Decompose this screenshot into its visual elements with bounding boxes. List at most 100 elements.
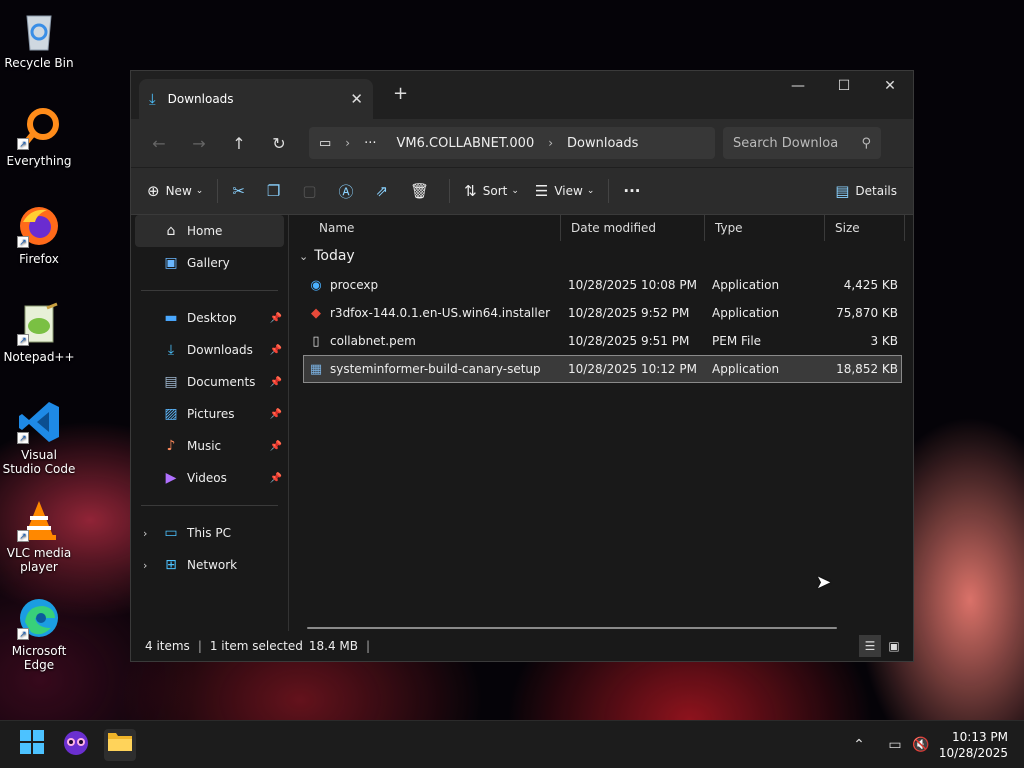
sort-label: Sort bbox=[482, 184, 508, 198]
taskbar-app-button[interactable] bbox=[60, 729, 92, 761]
search-input[interactable]: Search Downloa bbox=[733, 136, 861, 151]
pin-icon: 📌 bbox=[269, 376, 282, 388]
rename-icon: Ⓐ bbox=[338, 182, 354, 201]
breadcrumb-downloads[interactable]: Downloads bbox=[567, 136, 638, 151]
details-label: Details bbox=[855, 184, 897, 198]
search-icon: ⚲ bbox=[861, 135, 871, 151]
group-header-today[interactable]: ⌄ Today bbox=[289, 241, 913, 271]
windows-logo-icon bbox=[20, 730, 44, 754]
list-view-icon: ☰ bbox=[534, 182, 549, 200]
file-date: 10/28/2025 9:51 PM bbox=[568, 334, 690, 348]
sidebar-item-pictures[interactable]: ▨ Pictures 📌 bbox=[131, 398, 288, 430]
minimize-button[interactable]: — bbox=[775, 71, 821, 101]
toolbar-separator bbox=[608, 179, 610, 203]
column-header-type[interactable]: Type bbox=[705, 215, 825, 241]
table-row[interactable]: ◆ r3dfox-144.0.1.en-US.win64.installer 10… bbox=[303, 299, 902, 327]
sidebar-item-downloads[interactable]: ⤓ Downloads 📌 bbox=[131, 334, 288, 366]
tab-downloads[interactable]: ⤓ Downloads ✕ bbox=[139, 79, 373, 119]
volume-muted-icon[interactable]: 🔇 bbox=[908, 737, 934, 753]
pin-icon: 📌 bbox=[269, 472, 282, 484]
new-tab-button[interactable]: + bbox=[393, 83, 408, 104]
desktop-icon-notepadpp[interactable]: ↗ Notepad++ bbox=[2, 302, 76, 364]
file-size: 75,870 KB bbox=[836, 306, 898, 320]
paste-button[interactable]: ▢ bbox=[294, 175, 330, 207]
close-button[interactable]: ✕ bbox=[867, 71, 913, 101]
sidebar-item-label: Network bbox=[187, 558, 238, 572]
sidebar-item-documents[interactable]: ▤ Documents 📌 bbox=[131, 366, 288, 398]
sort-button[interactable]: ⇅ Sort ⌄ bbox=[456, 175, 527, 207]
breadcrumb-computer[interactable]: VM6.COLLABNET.000 bbox=[397, 136, 535, 151]
search-box[interactable]: Search Downloa ⚲ bbox=[723, 127, 881, 159]
file-type: Application bbox=[712, 362, 780, 376]
sidebar-item-desktop[interactable]: ▬ Desktop 📌 bbox=[131, 302, 288, 334]
back-button[interactable]: ← bbox=[139, 134, 179, 153]
clock[interactable]: 10:13 PM 10/28/2025 bbox=[934, 729, 1024, 761]
sidebar-item-gallery[interactable]: ▣ Gallery bbox=[131, 247, 288, 279]
installer-icon: ▦ bbox=[309, 361, 323, 377]
chevron-right-icon: › bbox=[345, 136, 351, 150]
address-bar[interactable]: ▭ › ··· VM6.COLLABNET.000 › Downloads bbox=[309, 127, 715, 159]
tab-title: Downloads bbox=[167, 92, 234, 106]
sidebar-item-music[interactable]: ♪ Music 📌 bbox=[131, 430, 288, 462]
details-pane-icon: ▤ bbox=[835, 182, 850, 200]
close-tab-icon[interactable]: ✕ bbox=[350, 90, 363, 108]
sidebar-item-videos[interactable]: ▶ Videos 📌 bbox=[131, 462, 288, 494]
breadcrumb-more[interactable]: ··· bbox=[364, 136, 376, 151]
view-label: View bbox=[554, 184, 583, 198]
desktop-icon-recycle-bin[interactable]: Recycle Bin bbox=[2, 8, 76, 70]
see-more-button[interactable]: ··· bbox=[615, 175, 648, 207]
everything-search-icon: ↗ bbox=[17, 106, 61, 150]
desktop-icon-vscode[interactable]: ↗ Visual Studio Code bbox=[2, 400, 76, 476]
sidebar-divider bbox=[141, 290, 278, 291]
sidebar-item-network[interactable]: › ⊞ Network bbox=[131, 549, 288, 581]
taskbar-file-explorer-button[interactable] bbox=[104, 729, 136, 761]
view-button[interactable]: ☰ View ⌄ bbox=[527, 175, 602, 207]
column-header-size[interactable]: Size bbox=[825, 215, 905, 241]
table-row[interactable]: ▯ collabnet.pem 10/28/2025 9:51 PM PEM Fi… bbox=[303, 327, 902, 355]
navigation-bar: ← → ↑ ↻ ▭ › ··· VM6.COLLABNET.000 › Down… bbox=[131, 119, 913, 167]
file-date: 10/28/2025 10:08 PM bbox=[568, 278, 697, 292]
chevron-right-icon[interactable]: › bbox=[143, 559, 147, 572]
forward-button[interactable]: → bbox=[179, 134, 219, 153]
desktop-icon-everything[interactable]: ↗ Everything bbox=[2, 106, 76, 168]
desktop-icon-vlc[interactable]: ↗ VLC media player bbox=[2, 498, 76, 574]
sidebar-item-home[interactable]: ⌂ Home bbox=[135, 215, 284, 247]
toolbar-separator bbox=[217, 179, 219, 203]
network-icon: ⊞ bbox=[165, 557, 177, 573]
desktop-icon-edge[interactable]: ↗ Microsoft Edge bbox=[2, 596, 76, 672]
chevron-down-icon: ⌄ bbox=[586, 186, 595, 196]
table-row[interactable]: ◉ procexp 10/28/2025 10:08 PM Application… bbox=[303, 271, 902, 299]
desktop-icon-firefox[interactable]: ↗ Firefox bbox=[2, 204, 76, 266]
desktop-icon-label: Microsoft Edge bbox=[11, 644, 67, 672]
file-name: collabnet.pem bbox=[330, 334, 416, 348]
column-header-date[interactable]: Date modified bbox=[561, 215, 705, 241]
table-row-selected[interactable]: ▦ systeminformer-build-canary-setup 10/28… bbox=[303, 355, 902, 383]
pictures-icon: ▨ bbox=[164, 406, 178, 422]
new-label: New bbox=[165, 184, 192, 198]
chevron-right-icon[interactable]: › bbox=[143, 527, 147, 540]
chevron-up-icon[interactable]: ⌃ bbox=[846, 737, 872, 753]
details-view-button[interactable]: ☰ bbox=[859, 635, 881, 657]
refresh-button[interactable]: ↻ bbox=[259, 134, 299, 153]
new-button[interactable]: ⊕ New ⌄ bbox=[139, 175, 211, 207]
tiles-view-button[interactable]: ▣ bbox=[883, 635, 905, 657]
status-item-count: 4 items bbox=[145, 639, 190, 653]
maximize-button[interactable]: ☐ bbox=[821, 71, 867, 101]
cut-button[interactable]: ✂ bbox=[224, 175, 259, 207]
paste-icon: ▢ bbox=[302, 182, 317, 200]
delete-button[interactable]: 🗑 bbox=[402, 175, 443, 207]
column-header-name[interactable]: Name bbox=[289, 215, 561, 241]
copy-button[interactable]: ❐ bbox=[259, 175, 294, 207]
sidebar-item-this-pc[interactable]: › ▭ This PC bbox=[131, 517, 288, 549]
chevron-right-icon: › bbox=[548, 136, 554, 150]
network-status-icon[interactable]: ▭ bbox=[882, 737, 908, 753]
start-button[interactable] bbox=[16, 729, 48, 761]
rename-button[interactable]: Ⓐ bbox=[331, 175, 368, 207]
pin-icon: 📌 bbox=[269, 344, 282, 356]
horizontal-scrollbar[interactable] bbox=[307, 627, 837, 629]
details-button[interactable]: ▤ Details bbox=[827, 175, 905, 207]
plus-circle-icon: ⊕ bbox=[147, 182, 160, 200]
up-button[interactable]: ↑ bbox=[219, 134, 259, 153]
share-button[interactable]: ⇗ bbox=[368, 175, 403, 207]
file-name: systeminformer-build-canary-setup bbox=[330, 362, 541, 376]
